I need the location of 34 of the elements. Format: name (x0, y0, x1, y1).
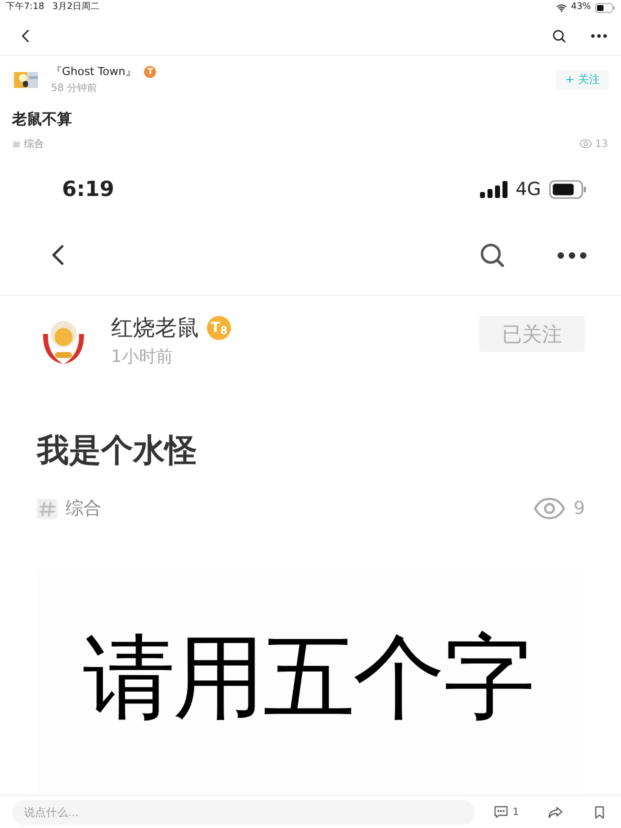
level-badge: T$_{8}$ (207, 316, 231, 340)
hashtag-icon (36, 498, 58, 520)
topic-tag: 综合 (24, 136, 44, 152)
wifi-icon (556, 3, 567, 13)
level-badge: T (144, 66, 156, 78)
follow-button[interactable]: 已关注 (479, 316, 585, 352)
hashtag-icon (12, 140, 21, 148)
view-count: 13 (595, 138, 608, 152)
status-time: 下午7:18 (6, 1, 44, 14)
comment-count: 1 (512, 806, 519, 820)
comment-icon[interactable] (492, 804, 509, 820)
status-date: 3月2日周二 (52, 1, 100, 14)
signal-icon (480, 181, 508, 198)
post-time: 1小时前 (111, 346, 174, 368)
views-icon (578, 137, 592, 151)
post-time: 58 分钟前 (51, 82, 98, 96)
search-icon[interactable] (551, 28, 567, 44)
more-icon[interactable] (591, 34, 607, 38)
image-caption: 请用五个字 (82, 632, 534, 724)
topic-tag: 综合 (65, 495, 102, 522)
more-icon (557, 252, 587, 258)
author-name: 红烧老鼠 (111, 314, 199, 342)
post-title: 我是个水怪 (36, 430, 198, 471)
author-name: 『Ghost Town』 (51, 64, 136, 80)
follow-button[interactable]: + 关注 (556, 70, 609, 90)
comment-field[interactable]: 说点什么... (12, 800, 475, 824)
view-count: 9 (574, 497, 585, 521)
battery-icon (549, 180, 587, 199)
bookmark-icon[interactable] (592, 804, 607, 820)
post-title: 老鼠不算 (10, 108, 73, 128)
network-type: 4G (516, 178, 541, 202)
battery-percent: 43% (570, 1, 591, 14)
status-time: 6:19 (62, 176, 114, 203)
battery-icon (595, 3, 615, 13)
